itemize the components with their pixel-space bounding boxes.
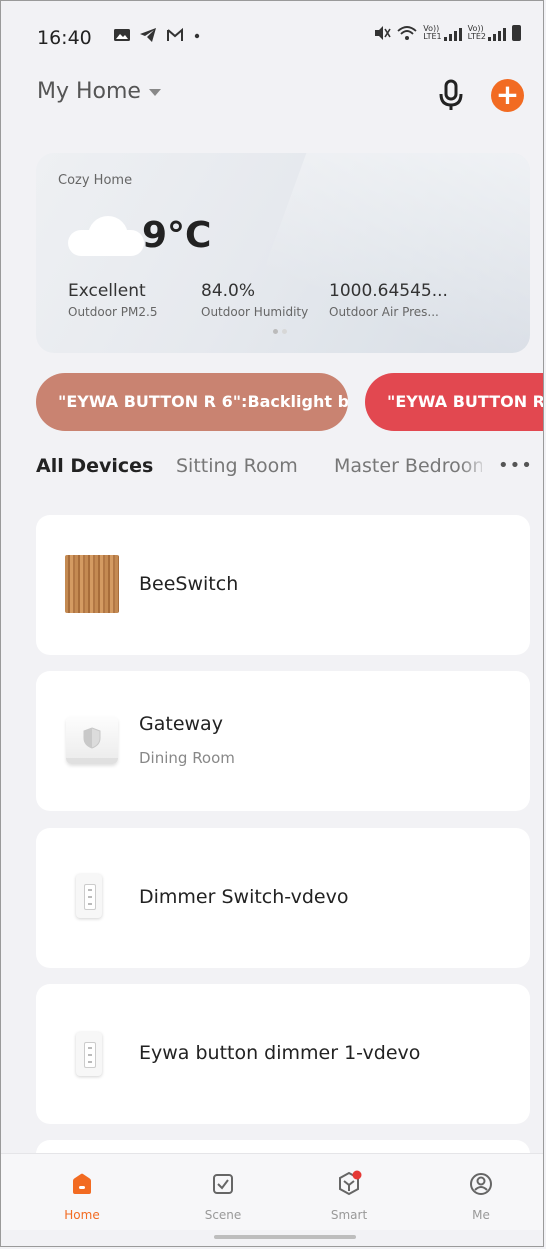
device-card-eywa-dimmer[interactable]: Eywa button dimmer 1-vdevo [36, 984, 530, 1124]
tab-sitting-room[interactable]: Sitting Room [176, 455, 298, 477]
gmail-icon [166, 27, 183, 41]
weather-card[interactable]: Cozy Home 9°C Excellent Outdoor PM2.5 84… [36, 153, 530, 353]
bottom-nav: Home Scene Smart Me [1, 1153, 543, 1230]
gesture-bar[interactable] [214, 1235, 356, 1239]
nav-smart[interactable]: Smart [309, 1154, 389, 1230]
gallery-icon [114, 29, 130, 41]
wifi-icon [397, 26, 417, 40]
nav-home[interactable]: Home [42, 1154, 122, 1230]
weather-stat-humidity: 84.0% Outdoor Humidity [201, 281, 308, 319]
wall-switch-thumbnail [76, 1032, 102, 1076]
cloud-icon [68, 216, 148, 256]
room-tabs: All Devices Sitting Room Master Bedroom … [36, 455, 536, 485]
stat-value: 1000.64545... [329, 281, 448, 301]
gateway-thumbnail [66, 716, 118, 764]
device-card-beeswitch[interactable]: BeeSwitch [36, 515, 530, 655]
stat-label: Outdoor PM2.5 [68, 305, 158, 319]
more-rooms-button[interactable]: ••• [498, 455, 533, 476]
device-name: Dimmer Switch-vdevo [139, 886, 349, 908]
home-selector[interactable]: My Home [37, 79, 161, 104]
signal-bars [443, 28, 462, 41]
page-indicator [273, 329, 287, 334]
microphone-icon[interactable] [437, 79, 465, 111]
scene-pill-eywa[interactable]: "EYWA BUTTON R 6": [365, 373, 543, 431]
status-right-icons: Vo)) LTE1 Vo)) LTE2 [373, 25, 521, 41]
caret-down-icon [148, 89, 161, 96]
device-room: Dining Room [139, 749, 235, 767]
header: My Home + [1, 73, 543, 117]
scene-pill-backlight[interactable]: "EYWA BUTTON R 6":Backlight b... [36, 373, 348, 431]
weather-label: Cozy Home [58, 173, 133, 188]
me-icon [470, 1173, 492, 1195]
lte1-label: LTE1 [423, 32, 442, 41]
signal-bars-2 [488, 28, 506, 41]
device-card-gateway[interactable]: Gateway Dining Room [36, 671, 530, 811]
wall-switch-thumbnail [76, 874, 102, 918]
stat-label: Outdoor Air Pres... [329, 305, 439, 319]
lte1-signal-icon: Vo)) LTE1 [423, 25, 462, 41]
status-bar: 16:40 Vo)) LTE1 Vo)) LTE2 [1, 1, 543, 71]
stat-label: Outdoor Humidity [201, 305, 309, 319]
lte2-label: LTE2 [467, 32, 486, 41]
tab-all-devices[interactable]: All Devices [36, 455, 153, 477]
app-screen: 16:40 Vo)) LTE1 Vo)) LTE2 My Home + Cozy… [0, 0, 544, 1247]
stat-value: Excellent [68, 281, 146, 301]
weather-stat-air-pressure: 1000.64545... Outdoor Air Pres... [329, 281, 448, 319]
tab-fade [460, 455, 490, 485]
shield-icon [83, 727, 101, 749]
weather-stat-pm25: Excellent Outdoor PM2.5 [68, 281, 157, 319]
smart-icon [339, 1170, 362, 1196]
scene-icon [213, 1174, 233, 1194]
nav-label: Smart [330, 1208, 368, 1222]
battery-icon [512, 25, 521, 41]
mute-icon [375, 26, 391, 40]
device-name: BeeSwitch [139, 573, 239, 595]
nav-label: Home [64, 1208, 100, 1222]
home-title: My Home [37, 79, 141, 104]
telegram-icon [140, 28, 157, 42]
temperature: 9°C [142, 215, 212, 256]
nav-me[interactable]: Me [441, 1154, 521, 1230]
home-icon [73, 1173, 91, 1194]
device-card-dimmer-switch[interactable]: Dimmer Switch-vdevo [36, 828, 530, 968]
add-device-button[interactable]: + [491, 79, 524, 112]
nav-scene[interactable]: Scene [183, 1154, 263, 1230]
wood-switch-thumbnail [65, 555, 119, 613]
device-name: Gateway [139, 713, 223, 735]
dot-icon [195, 33, 200, 39]
lte2-signal-icon: Vo)) LTE2 [468, 25, 506, 41]
status-time: 16:40 [37, 27, 92, 49]
stat-value: 84.0% [201, 281, 256, 301]
card-sheen [222, 153, 530, 353]
nav-label: Scene [204, 1208, 242, 1222]
nav-label: Me [472, 1208, 490, 1222]
notification-icons [113, 27, 202, 48]
device-name: Eywa button dimmer 1-vdevo [139, 1042, 421, 1064]
